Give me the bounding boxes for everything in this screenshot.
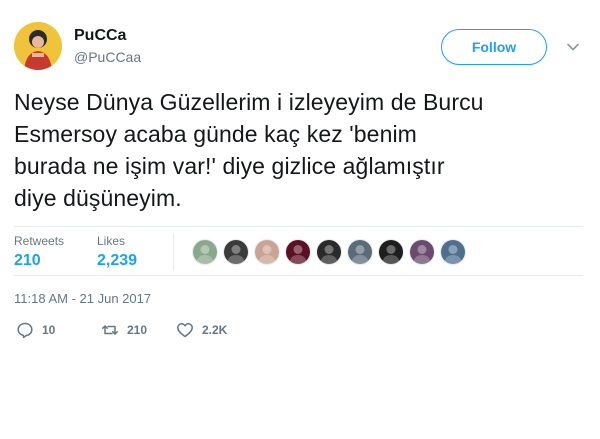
- like-button[interactable]: 2.2K: [176, 321, 227, 339]
- liker-avatar[interactable]: [254, 239, 280, 265]
- liker-avatar[interactable]: [409, 239, 435, 265]
- liker-avatar[interactable]: [285, 239, 311, 265]
- profile-photo-icon: [224, 240, 248, 264]
- retweet-button[interactable]: 210: [101, 321, 147, 339]
- reply-icon: [17, 322, 33, 339]
- like-count: 2.2K: [202, 323, 228, 337]
- retweets-count: 210: [14, 252, 41, 269]
- avatar[interactable]: [14, 22, 62, 70]
- liker-avatar[interactable]: [223, 239, 249, 265]
- tweet-card: PuCCa @PuCCaa Follow Neyse Dünya Güzelle…: [0, 0, 600, 439]
- liker-avatar[interactable]: [192, 239, 218, 265]
- liker-avatars: [192, 239, 471, 265]
- profile-photo-icon: [410, 240, 434, 264]
- profile-photo-icon: [317, 240, 341, 264]
- divider: [14, 226, 583, 227]
- liker-avatar[interactable]: [347, 239, 373, 265]
- profile-photo-icon: [193, 240, 217, 264]
- retweets-label: Retweets: [14, 234, 65, 248]
- retweets-stat[interactable]: Retweets 210: [14, 234, 64, 270]
- profile-photo-icon: [348, 240, 372, 264]
- profile-photo-icon: [441, 240, 465, 264]
- reply-button[interactable]: 10: [16, 321, 55, 339]
- liker-avatar[interactable]: [378, 239, 404, 265]
- liker-avatar[interactable]: [440, 239, 466, 265]
- user-handle[interactable]: @PuCCaa: [74, 49, 141, 65]
- stats-separator: [173, 233, 174, 271]
- heart-icon: [177, 323, 193, 338]
- profile-photo-icon: [286, 240, 310, 264]
- display-name[interactable]: PuCCa: [74, 27, 126, 45]
- profile-photo-icon: [14, 22, 62, 70]
- liker-avatar[interactable]: [316, 239, 342, 265]
- profile-photo-icon: [255, 240, 279, 264]
- likes-stat[interactable]: Likes 2,239: [97, 234, 137, 270]
- profile-photo-icon: [379, 240, 403, 264]
- retweet-count: 210: [127, 323, 148, 337]
- chevron-down-icon[interactable]: [566, 40, 580, 54]
- retweet-icon: [102, 325, 118, 335]
- likes-count: 2,239: [97, 252, 138, 269]
- likes-label: Likes: [97, 234, 126, 248]
- tweet-timestamp[interactable]: 11:18 AM - 21 Jun 2017: [14, 291, 151, 306]
- tweet-text: Neyse Dünya Güzellerim i izleyeyim de Bu…: [14, 89, 484, 211]
- follow-button[interactable]: Follow: [441, 29, 547, 65]
- divider: [14, 275, 583, 276]
- reply-count: 10: [42, 323, 56, 337]
